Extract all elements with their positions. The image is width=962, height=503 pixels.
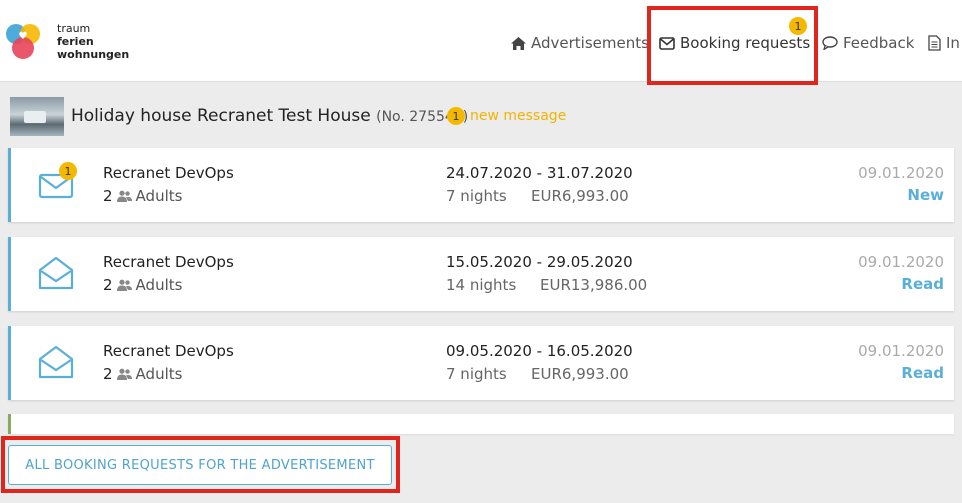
guest-name: Recranet DevOps [103, 164, 234, 182]
nav-feedback[interactable]: Feedback [822, 33, 914, 53]
logo-icon[interactable] [4, 20, 44, 64]
home-icon [511, 36, 526, 50]
total-price: EUR6,993.00 [531, 187, 629, 205]
nights-count: 14 nights [446, 276, 517, 294]
guest-count-label: Adults [135, 276, 183, 294]
users-icon [116, 190, 132, 202]
guest-count-number: 2 [103, 187, 113, 205]
nav-feedback-label: Feedback [843, 34, 915, 52]
nights-count: 7 nights [446, 365, 507, 383]
guest-name: Recranet DevOps [103, 253, 234, 271]
button-highlight-box [1, 436, 400, 493]
guest-count-number: 2 [103, 365, 113, 383]
envelope-open-icon [38, 345, 74, 379]
booking-request-card[interactable]: 1 Recranet DevOps 2 Adults 24.07.2020 - … [8, 148, 954, 222]
unread-badge: 1 [59, 162, 77, 180]
nav-highlight-box [647, 6, 818, 85]
nights-count: 7 nights [446, 187, 507, 205]
new-message-link[interactable]: new message [470, 108, 566, 124]
status-label: Read [901, 364, 944, 382]
house-title: Holiday house Recranet Test House (No. 2… [71, 106, 468, 126]
guest-count-label: Adults [135, 365, 183, 383]
status-label: New [907, 186, 944, 204]
nav-info[interactable]: In [928, 33, 960, 53]
total-price: EUR6,993.00 [531, 365, 629, 383]
received-date: 09.01.2020 [858, 342, 944, 360]
users-icon [116, 279, 132, 291]
guest-count-label: Adults [135, 187, 183, 205]
received-date: 09.01.2020 [858, 253, 944, 271]
new-message-badge: 1 [447, 107, 465, 125]
guest-count: 2 Adults [103, 187, 182, 205]
booking-request-card[interactable]: Recranet DevOps 2 Adults 15.05.2020 - 29… [8, 237, 954, 311]
nav-advertisements[interactable]: Advertisements [511, 33, 649, 53]
envelope-open-icon [38, 256, 74, 290]
booking-request-card[interactable]: Recranet DevOps 2 Adults 09.05.2020 - 16… [8, 326, 954, 400]
brand-line-2: ferien [57, 35, 94, 48]
nav-advertisements-label: Advertisements [531, 34, 649, 52]
status-label: Read [901, 275, 944, 293]
stay-dates: 24.07.2020 - 31.07.2020 [446, 164, 633, 182]
guest-count-number: 2 [103, 276, 113, 294]
house-thumbnail[interactable] [10, 97, 64, 136]
brand-name[interactable]: traum ferien wohnungen [57, 22, 129, 61]
guest-count: 2 Adults [103, 276, 182, 294]
nav-info-label: In [946, 34, 960, 52]
stay-dates: 15.05.2020 - 29.05.2020 [446, 253, 633, 271]
stay-dates: 09.05.2020 - 16.05.2020 [446, 342, 633, 360]
house-title-text: Holiday house Recranet Test House [71, 106, 371, 126]
total-price: EUR13,986.00 [540, 276, 648, 294]
received-date: 09.01.2020 [858, 164, 944, 182]
guest-count: 2 Adults [103, 365, 182, 383]
document-icon [928, 35, 941, 51]
guest-name: Recranet DevOps [103, 342, 234, 360]
speech-bubble-icon [822, 36, 838, 50]
booking-request-card-partial[interactable] [8, 414, 954, 434]
brand-line-1: traum [57, 22, 91, 35]
brand-line-3: wohnungen [57, 48, 130, 61]
users-icon [116, 368, 132, 380]
